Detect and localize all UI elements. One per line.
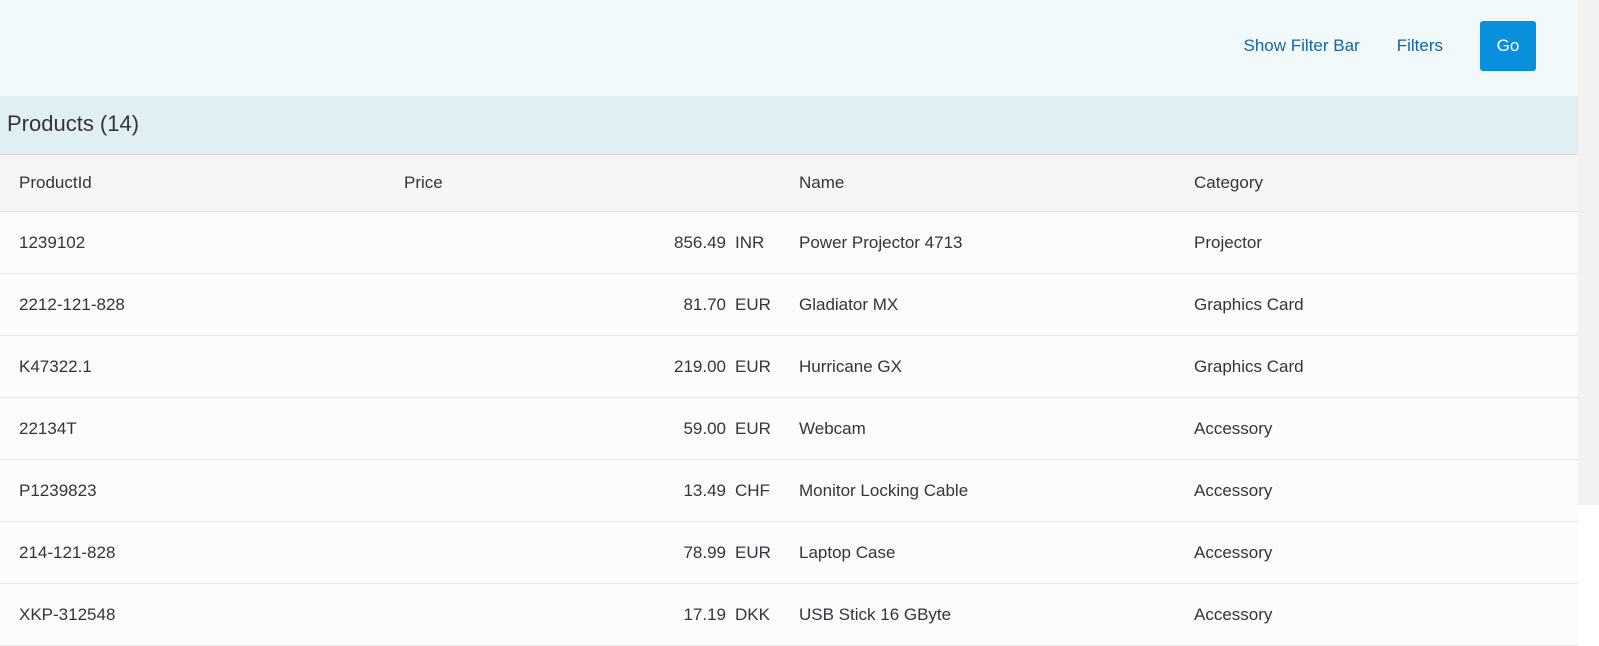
- cell-price-currency: EUR: [735, 418, 771, 438]
- cell-product-id: 22134T: [19, 418, 77, 438]
- cell-price-currency: INR: [735, 232, 765, 252]
- column-header-product-id[interactable]: ProductId: [19, 155, 92, 211]
- go-button[interactable]: Go: [1480, 21, 1536, 71]
- table-row[interactable]: 2212-121-828 81.70 EUR Gladiator MX Graphics…: [0, 274, 1578, 336]
- table-row[interactable]: XKP-312548 17.19 DKK USB Stick 16 GByte Acce…: [0, 584, 1578, 646]
- table-column-header: ProductId Price Name Category: [0, 155, 1578, 212]
- table-body: 1239102 856.49 INR Power Projector 4713 Proj…: [0, 212, 1578, 646]
- cell-name: Power Projector 4713: [799, 232, 963, 252]
- table-row[interactable]: 214-121-828 78.99 EUR Laptop Case Accessory: [0, 522, 1578, 584]
- filter-bar-actions: Show Filter Bar Filters Go: [1244, 21, 1536, 71]
- cell-category: Projector: [1194, 232, 1263, 252]
- cell-product-id: XKP-312548: [19, 604, 116, 624]
- cell-category: Accessory: [1194, 604, 1273, 624]
- cell-product-id: 2212-121-828: [19, 294, 125, 314]
- table-title: Products (14): [7, 111, 140, 136]
- cell-price-currency: CHF: [735, 480, 770, 500]
- cell-category: Graphics Card: [1194, 294, 1304, 314]
- cell-price-currency: EUR: [735, 542, 771, 562]
- page-gutter: [1578, 505, 1599, 646]
- cell-name: Hurricane GX: [799, 356, 902, 376]
- cell-price-amount: 17.19: [683, 604, 726, 624]
- cell-price-amount: 856.49: [674, 232, 726, 252]
- cell-name: Laptop Case: [799, 542, 896, 562]
- table-toolbar: Products (14): [0, 96, 1578, 155]
- table-row[interactable]: P1239823 13.49 CHF Monitor Locking Cable Acc…: [0, 460, 1578, 522]
- page: Show Filter Bar Filters Go Products (14)…: [0, 0, 1599, 646]
- table-row[interactable]: K47322.1 219.00 EUR Hurricane GX Graphics Ca…: [0, 336, 1578, 398]
- cell-price-amount: 13.49: [683, 480, 726, 500]
- cell-name: USB Stick 16 GByte: [799, 604, 952, 624]
- column-header-category[interactable]: Category: [1194, 155, 1263, 211]
- cell-product-id: 1239102: [19, 232, 86, 252]
- cell-product-id: K47322.1: [19, 356, 92, 376]
- products-table: ProductId Price Name Category 1239102 856…: [0, 155, 1578, 646]
- table-row[interactable]: 1239102 856.49 INR Power Projector 4713 Proj…: [0, 212, 1578, 274]
- cell-product-id: 214-121-828: [19, 542, 116, 562]
- cell-price-amount: 59.00: [683, 418, 726, 438]
- cell-name: Monitor Locking Cable: [799, 480, 969, 500]
- cell-category: Accessory: [1194, 542, 1273, 562]
- cell-name: Webcam: [799, 418, 866, 438]
- cell-product-id: P1239823: [19, 480, 97, 500]
- show-filter-bar-button[interactable]: Show Filter Bar: [1244, 21, 1360, 71]
- cell-price-currency: EUR: [735, 294, 771, 314]
- cell-price-currency: EUR: [735, 356, 771, 376]
- filter-bar: Show Filter Bar Filters Go: [0, 0, 1578, 96]
- cell-name: Gladiator MX: [799, 294, 899, 314]
- cell-category: Accessory: [1194, 480, 1273, 500]
- cell-category: Accessory: [1194, 418, 1273, 438]
- scrollbar-track[interactable]: [1578, 0, 1599, 505]
- cell-price-amount: 81.70: [683, 294, 726, 314]
- cell-category: Graphics Card: [1194, 356, 1304, 376]
- filters-button[interactable]: Filters: [1397, 21, 1443, 71]
- cell-price-currency: DKK: [735, 604, 770, 624]
- column-header-name[interactable]: Name: [799, 155, 844, 211]
- column-header-price[interactable]: Price: [404, 155, 443, 211]
- cell-price-amount: 219.00: [674, 356, 726, 376]
- cell-price-amount: 78.99: [683, 542, 726, 562]
- table-row[interactable]: 22134T 59.00 EUR Webcam Accessory: [0, 398, 1578, 460]
